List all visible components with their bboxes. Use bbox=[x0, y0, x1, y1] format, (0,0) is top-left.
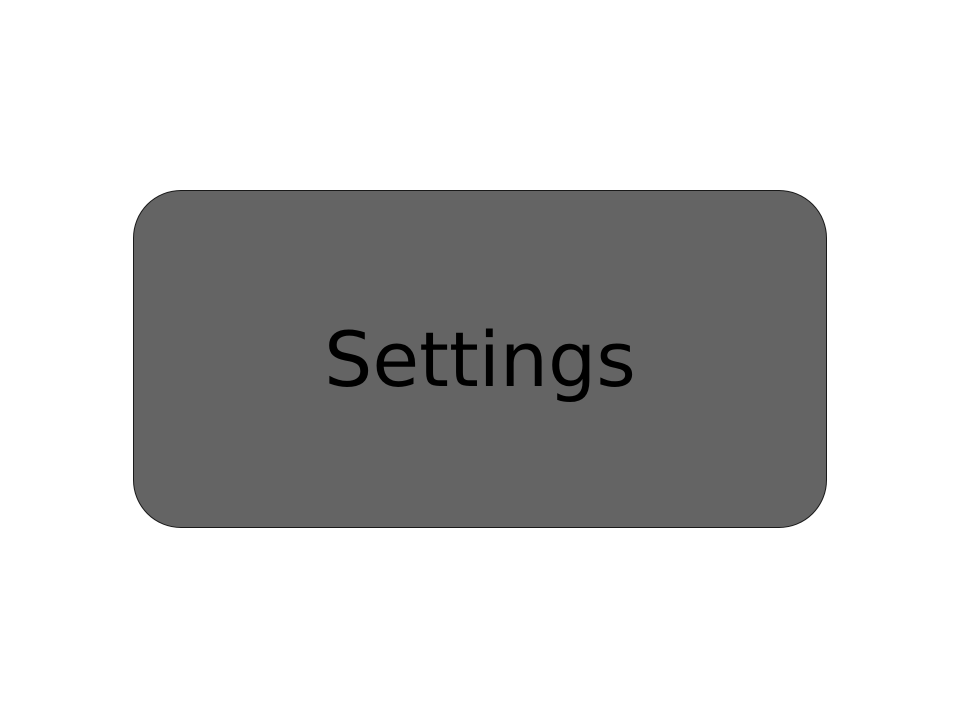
settings-button[interactable]: Settings bbox=[133, 190, 827, 528]
settings-button-label: Settings bbox=[324, 315, 636, 404]
